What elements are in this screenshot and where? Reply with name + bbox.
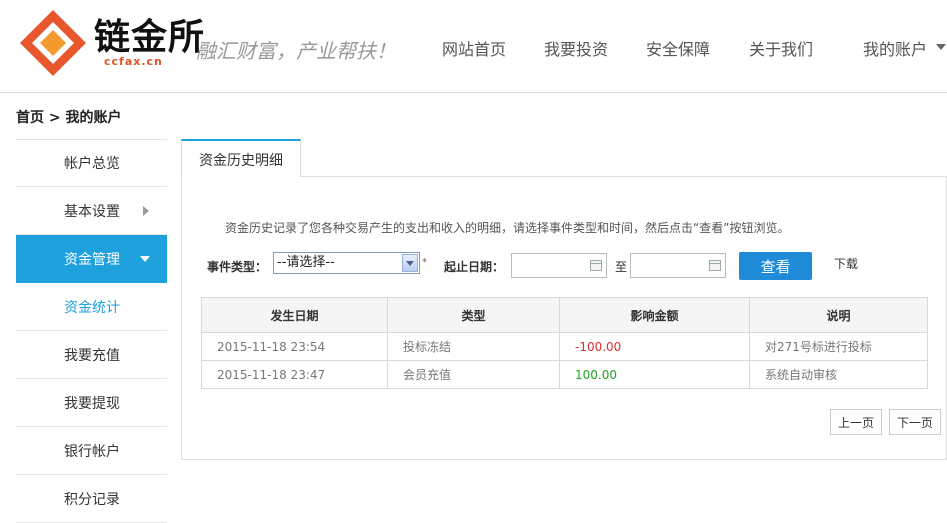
sidebar-item-label: 资金管理 <box>64 251 120 268</box>
brand-domain: ccfax.cn <box>104 55 163 68</box>
table-row: 2015-11-18 23:47 会员充值 100.00 系统自动审核 <box>201 360 928 389</box>
table-header-row: 发生日期 类型 影响金额 说明 <box>201 297 928 333</box>
chevron-down-icon[interactable] <box>936 44 946 50</box>
nav-item-about[interactable]: 关于我们 <box>749 36 813 60</box>
sidebar-item-withdraw[interactable]: 我要提现 <box>16 379 167 427</box>
calendar-icon[interactable] <box>709 260 721 271</box>
column-header-date: 发生日期 <box>201 297 388 333</box>
date-range-label: 起止日期： <box>444 260 505 274</box>
cell-amount: -100.00 <box>559 332 750 361</box>
calendar-icon[interactable] <box>590 260 602 271</box>
sidebar: 帐户总览 基本设置 资金管理 资金统计 我要充值 我要提现 银行帐户 积分记录 <box>16 139 167 523</box>
nav-item-security[interactable]: 安全保障 <box>646 36 710 60</box>
breadcrumb: 首页 > 我的账户 <box>16 110 122 126</box>
nav-item-my-account[interactable]: 我的账户 <box>863 36 927 60</box>
brand-name: 链金所 <box>94 16 206 58</box>
prev-page-button[interactable]: 上一页 <box>830 409 882 435</box>
sidebar-item-points-record[interactable]: 积分记录 <box>16 475 167 523</box>
event-type-label: 事件类型： <box>207 260 268 274</box>
query-button[interactable]: 查看 <box>739 252 812 280</box>
sidebar-item-basic-settings[interactable]: 基本设置 <box>16 187 167 235</box>
brand-slogan: 融汇财富，产业帮扶！ <box>196 39 396 63</box>
tab-fund-history[interactable]: 资金历史明细 <box>181 139 301 178</box>
cell-note: 对271号标进行投标 <box>749 332 928 361</box>
download-link[interactable]: 下载 <box>834 255 858 272</box>
cell-date: 2015-11-18 23:54 <box>201 332 388 361</box>
table-row: 2015-11-18 23:54 投标冻结 -100.00 对271号标进行投标 <box>201 332 928 361</box>
ccfax-logo-icon[interactable] <box>18 8 88 78</box>
column-header-note: 说明 <box>749 297 928 333</box>
tab-bar: 资金历史明细 <box>181 139 947 178</box>
sidebar-item-label: 我要提现 <box>64 395 120 412</box>
sidebar-item-account-overview[interactable]: 帐户总览 <box>16 139 167 187</box>
column-header-type: 类型 <box>387 297 560 333</box>
column-header-amount: 影响金额 <box>559 297 750 333</box>
cell-type: 投标冻结 <box>387 332 560 361</box>
end-date-input[interactable] <box>630 253 726 278</box>
sidebar-item-recharge[interactable]: 我要充值 <box>16 331 167 379</box>
event-type-selected-value: --请选择-- <box>277 255 335 270</box>
sidebar-item-label: 资金统计 <box>64 299 120 316</box>
panel-description: 资金历史记录了您各种交易产生的支出和收入的明细，请选择事件类型和时间，然后点击“… <box>225 221 790 235</box>
date-range-separator: 至 <box>615 260 628 274</box>
sidebar-item-label: 银行帐户 <box>64 443 120 460</box>
cell-date: 2015-11-18 23:47 <box>201 360 388 389</box>
fund-history-table: 发生日期 类型 影响金额 说明 2015-11-18 23:54 投标冻结 -1… <box>201 297 928 389</box>
sidebar-item-label: 帐户总览 <box>64 156 120 172</box>
event-type-select[interactable]: --请选择-- <box>273 252 420 274</box>
sidebar-item-bank-account[interactable]: 银行帐户 <box>16 427 167 475</box>
sidebar-item-label: 积分记录 <box>64 491 120 508</box>
cell-amount: 100.00 <box>559 360 750 389</box>
nav-item-invest[interactable]: 我要投资 <box>544 36 608 60</box>
next-page-button[interactable]: 下一页 <box>889 409 941 435</box>
start-date-input[interactable] <box>511 253 607 278</box>
sidebar-item-label: 我要充值 <box>64 347 120 364</box>
cell-note: 系统自动审核 <box>749 360 928 389</box>
site-header: 链金所 ccfax.cn 融汇财富，产业帮扶！ 网站首页 我要投资 安全保障 关… <box>0 0 947 93</box>
sidebar-item-label: 基本设置 <box>64 203 120 220</box>
cell-type: 会员充值 <box>387 360 560 389</box>
required-mark: * <box>422 257 427 268</box>
chevron-down-icon <box>140 256 150 262</box>
sidebar-item-fund-management[interactable]: 资金管理 <box>16 235 167 283</box>
nav-item-home[interactable]: 网站首页 <box>442 36 506 60</box>
sidebar-item-fund-statistics[interactable]: 资金统计 <box>16 283 167 331</box>
chevron-right-icon <box>143 206 149 216</box>
fund-history-panel: 资金历史记录了您各种交易产生的支出和收入的明细，请选择事件类型和时间，然后点击“… <box>181 177 947 460</box>
dropdown-arrow-icon[interactable] <box>402 254 418 272</box>
